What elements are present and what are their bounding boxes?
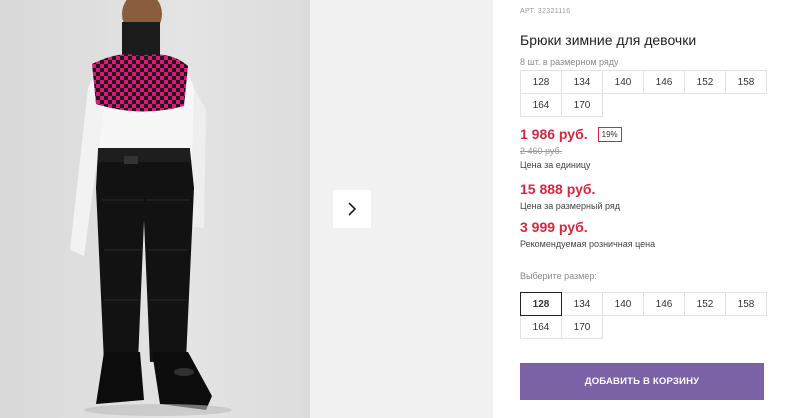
discount-badge: 19% xyxy=(597,126,622,142)
next-photo-button[interactable] xyxy=(333,190,371,228)
article-number: АРТ. 32321116 xyxy=(520,8,570,15)
size-picker-label: Выберите размер: xyxy=(520,271,597,281)
add-to-cart-button[interactable]: ДОБАВИТЬ В КОРЗИНУ xyxy=(520,363,764,400)
article-value: 32321116 xyxy=(537,8,571,15)
pack-size-cell: 140 xyxy=(602,70,644,94)
pack-note: 8 шт. в размерном ряду xyxy=(520,57,619,67)
rrp-price-label: Рекомендуемая розничная цена xyxy=(520,239,656,249)
pack-size-cell: 128 xyxy=(520,70,562,94)
size-option[interactable]: 164 xyxy=(520,315,562,339)
series-price-label: Цена за размерный ряд xyxy=(520,201,621,211)
model-illustration xyxy=(70,0,232,416)
series-price: 15 888 руб. xyxy=(520,181,596,197)
unit-price-row: 1 986 руб. 19% xyxy=(520,126,622,142)
pack-size-cell: 158 xyxy=(725,70,767,94)
pack-size-cell: 146 xyxy=(643,70,685,94)
size-picker-grid: 128 134 140 146 152 158 164 170 xyxy=(520,292,767,339)
pack-size-cell: 134 xyxy=(561,70,603,94)
size-option[interactable]: 170 xyxy=(561,315,603,339)
size-option-selected[interactable]: 128 xyxy=(520,292,562,316)
unit-price-label: Цена за единицу xyxy=(520,160,591,170)
product-info-panel: АРТ. 32321116 Брюки зимние для девочки 8… xyxy=(520,0,770,418)
size-option[interactable]: 134 xyxy=(561,292,603,316)
size-option[interactable]: 146 xyxy=(643,292,685,316)
product-photo[interactable] xyxy=(0,0,310,418)
chevron-right-icon xyxy=(348,202,357,216)
unit-price: 1 986 руб. xyxy=(520,126,588,142)
pack-size-cell: 170 xyxy=(561,93,603,117)
article-prefix: АРТ. xyxy=(520,8,536,15)
size-option[interactable]: 158 xyxy=(725,292,767,316)
product-gallery xyxy=(0,0,493,418)
size-option[interactable]: 140 xyxy=(602,292,644,316)
pack-size-cell: 152 xyxy=(684,70,726,94)
rrp-price: 3 999 руб. xyxy=(520,219,588,235)
size-option[interactable]: 152 xyxy=(684,292,726,316)
old-price: 2 460 руб. xyxy=(520,146,563,156)
pack-size-cell: 164 xyxy=(520,93,562,117)
pack-size-grid: 128 134 140 146 152 158 164 170 xyxy=(520,70,767,117)
product-title: Брюки зимние для девочки xyxy=(520,32,697,48)
